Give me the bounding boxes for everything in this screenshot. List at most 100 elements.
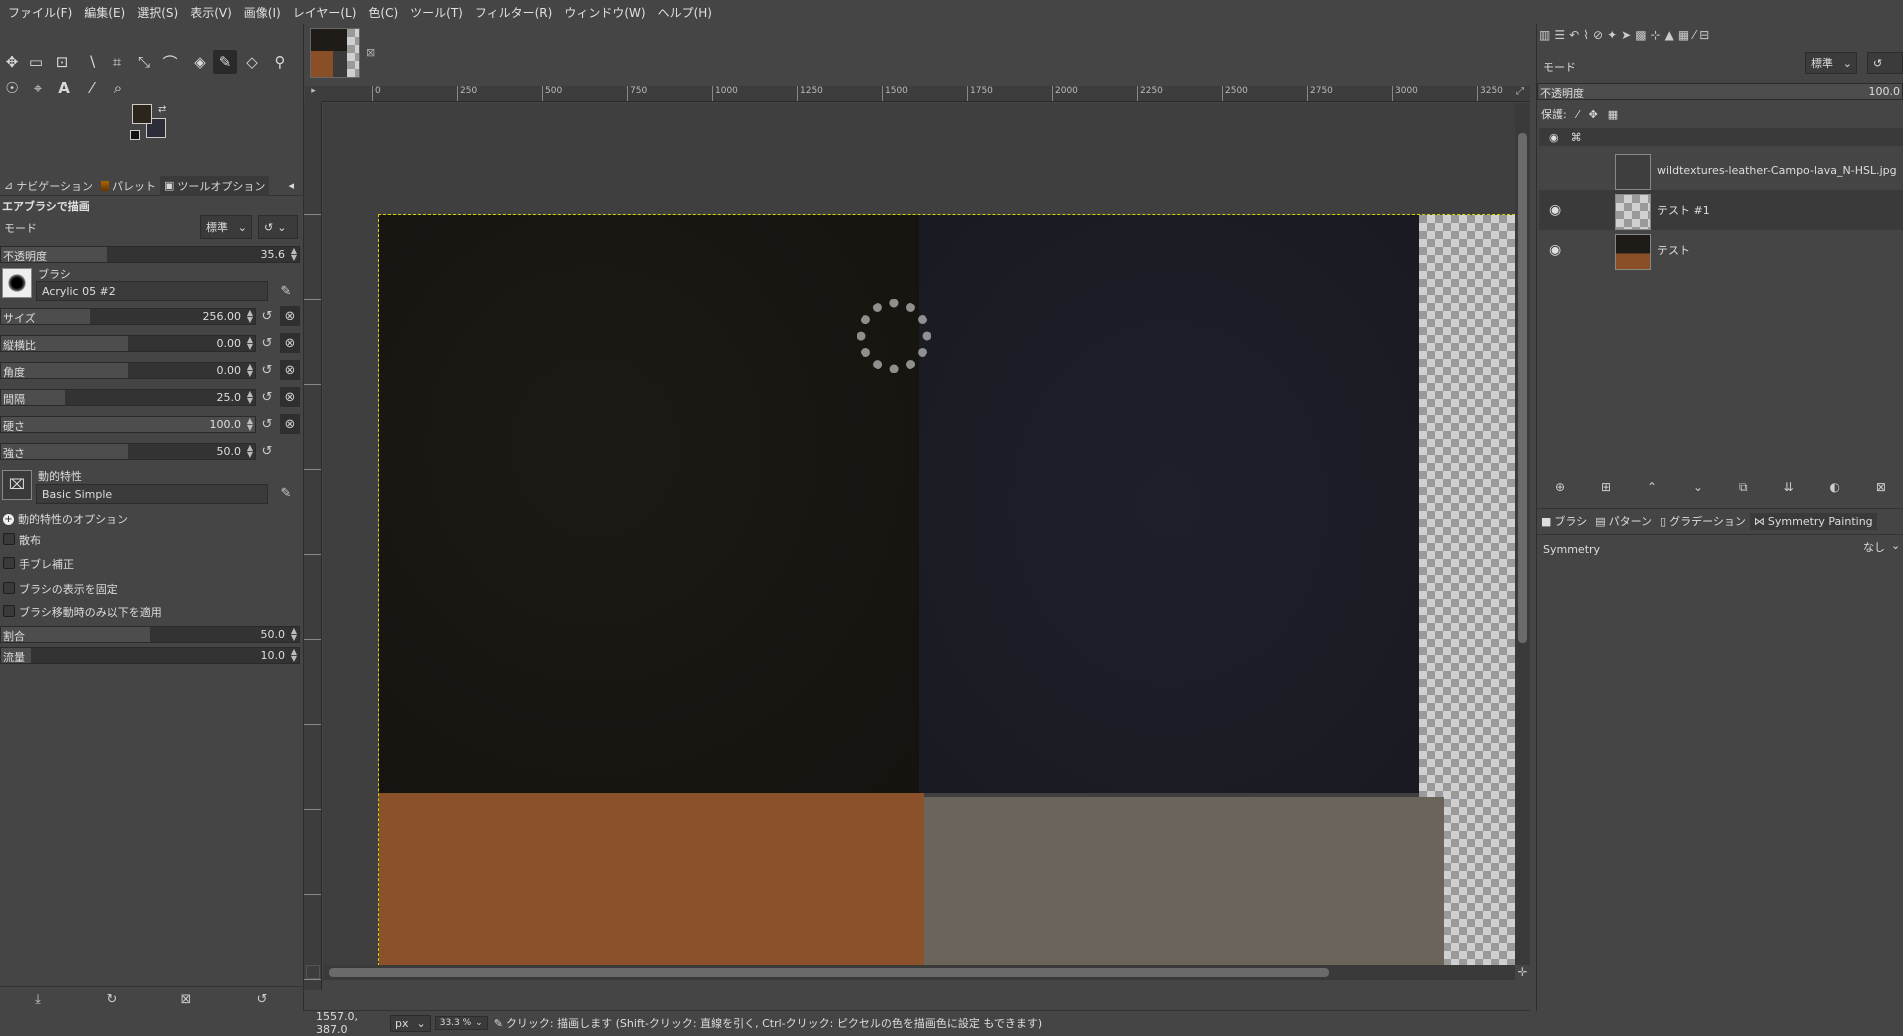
horizontal-scrollbar[interactable] [323, 965, 1515, 980]
foreground-color-swatch[interactable] [132, 104, 152, 124]
spin-icon[interactable]: ▲ ▼ [247, 390, 253, 405]
warp-tool-icon[interactable]: ⌒ [158, 50, 182, 74]
tab-navigation[interactable]: ⊿ ナビゲーション [0, 176, 97, 196]
image-tab-thumbnail[interactable] [310, 28, 360, 78]
text-tool-icon[interactable]: A [52, 76, 76, 100]
lock-alpha-icon[interactable]: ▦ [1608, 108, 1618, 121]
new-layer-icon[interactable]: ⊕ [1555, 480, 1565, 500]
vertical-scroll-thumb[interactable] [1518, 133, 1527, 643]
menu-view[interactable]: 表示(V) [184, 4, 238, 21]
raise-layer-icon[interactable]: ⌃ [1647, 480, 1657, 500]
opacity-slider[interactable]: 不透明度 35.6 ▲ ▼ [0, 246, 300, 263]
spin-icon[interactable]: ▲ ▼ [247, 363, 253, 378]
spin-icon[interactable]: ▲ ▼ [247, 444, 253, 459]
spin-icon[interactable]: ▲ ▼ [291, 247, 297, 262]
spin-icon[interactable]: ▲ ▼ [247, 417, 253, 432]
vertical-scrollbar[interactable] [1515, 103, 1530, 965]
paths-tool-icon[interactable]: ⌖ [26, 76, 50, 100]
tool-options-tab-icon[interactable]: ▥ [1539, 28, 1550, 48]
spacing-slider[interactable]: 間隔 25.0 ▲ ▼ [0, 389, 256, 406]
layer-mode-select[interactable]: 標準 ⌄ [1805, 52, 1857, 74]
brush-name-field[interactable]: Acrylic 05 #2 [36, 281, 268, 301]
spin-icon[interactable]: ▲ ▼ [247, 336, 253, 351]
lower-layer-icon[interactable]: ⌄ [1693, 480, 1703, 500]
scatter-checkbox[interactable] [3, 533, 15, 545]
reset-icon[interactable]: ↺ [257, 441, 277, 461]
lock-position-icon[interactable]: ✥ [1589, 108, 1598, 121]
swap-colors-icon[interactable]: ⇄ [158, 104, 166, 115]
rate-slider[interactable]: 割合 50.0 ▲ ▼ [0, 626, 300, 643]
reset-icon[interactable]: ↺ [257, 333, 277, 353]
bucket-fill-tool-icon[interactable]: ◈ [188, 50, 212, 74]
tab-palette[interactable]: パレット [97, 176, 160, 196]
link-icon[interactable]: ⊗ [280, 360, 300, 380]
eye-icon[interactable]: ◉ [1549, 202, 1561, 218]
dock-menu-icon[interactable]: ◂ [284, 177, 298, 194]
smoothing-checkbox[interactable] [3, 557, 15, 569]
duplicate-layer-icon[interactable]: ⧉ [1739, 480, 1748, 500]
layer-opacity-slider[interactable]: 不透明度 100.0 [1537, 83, 1903, 100]
layer-mode-reset[interactable]: ↺ [1867, 52, 1903, 74]
hardness-slider[interactable]: 硬さ 100.0 ▲ ▼ [0, 416, 256, 433]
delete-layer-icon[interactable]: ⊠ [1876, 480, 1886, 500]
histogram-tab-icon[interactable]: ▲ [1665, 28, 1674, 48]
layer-row[interactable]: wildtextures-leather-Campo-lava_N-HSL.jp… [1539, 150, 1903, 190]
device-status-tab-icon[interactable]: ✦ [1607, 28, 1617, 48]
menu-select[interactable]: 選択(S) [131, 4, 184, 21]
tab-gradients[interactable]: ▯ グラデーション [1656, 511, 1750, 531]
restore-options-icon[interactable]: ↻ [102, 989, 122, 1009]
dynamics-options-expander[interactable]: + 動的特性のオプション [3, 511, 128, 527]
images-tab-icon[interactable]: ▩ [1635, 28, 1646, 48]
motion-only-checkbox[interactable] [3, 605, 15, 617]
reset-icon[interactable]: ↺ [257, 414, 277, 434]
airbrush-tool-icon[interactable]: ✎ [213, 50, 237, 74]
menu-file[interactable]: ファイル(F) [2, 4, 78, 21]
menu-layer[interactable]: レイヤー(L) [287, 4, 363, 21]
link-icon[interactable]: ⊗ [280, 387, 300, 407]
reset-options-icon[interactable]: ↺ [252, 989, 272, 1009]
close-tab-icon[interactable]: ⊠ [366, 46, 375, 59]
menu-edit[interactable]: 編集(E) [78, 4, 131, 21]
lock-pixels-icon[interactable]: ⁄ [1577, 108, 1579, 121]
sample-points-tab-icon[interactable]: ⊹ [1651, 28, 1661, 48]
menu-help[interactable]: ヘルプ(H) [652, 4, 718, 21]
rect-select-tool-icon[interactable]: ▭ [24, 50, 48, 74]
new-layer-group-icon[interactable]: ⊞ [1601, 480, 1611, 500]
colormap-tab-icon[interactable]: ▦ [1678, 28, 1689, 48]
crop-tool-icon[interactable]: ⌗ [105, 50, 129, 74]
quick-mask-toggle[interactable] [306, 965, 320, 979]
quick-mask-corner-icon[interactable]: ▸ [305, 86, 322, 102]
layer-row-selected[interactable]: ◉ テスト #1 [1539, 190, 1903, 230]
layers-tab-icon[interactable]: ☰ [1554, 28, 1565, 48]
size-slider[interactable]: サイズ 256.00 ▲ ▼ [0, 308, 256, 325]
link-icon[interactable]: ⊗ [280, 306, 300, 326]
paths-tab-icon[interactable]: ⌇ [1583, 28, 1589, 48]
eye-icon[interactable]: ◉ [1549, 242, 1561, 258]
undo-history-tab-icon[interactable]: ↶ [1569, 28, 1579, 48]
menu-image[interactable]: 画像(I) [238, 4, 287, 21]
brush-preview[interactable] [2, 268, 32, 298]
link-icon[interactable]: ⊗ [280, 414, 300, 434]
mode-select[interactable]: 標準 ⌄ [200, 215, 252, 239]
navigate-icon[interactable]: ✛ [1515, 965, 1530, 980]
default-colors-icon[interactable] [130, 130, 140, 140]
tab-brushes[interactable]: ■ ブラシ [1537, 511, 1591, 531]
spin-icon[interactable]: ▲ ▼ [247, 309, 253, 324]
force-slider[interactable]: 強さ 50.0 ▲ ▼ [0, 443, 256, 460]
reset-icon[interactable]: ↺ [257, 360, 277, 380]
canvas-viewport[interactable] [323, 103, 1515, 965]
transform-tool-icon[interactable]: ⤡ [132, 50, 156, 74]
unit-select[interactable]: px ⌄ [390, 1014, 431, 1032]
reset-icon[interactable]: ↺ [257, 306, 277, 326]
layer-row[interactable]: ◉ テスト [1539, 230, 1903, 270]
channels-tab-icon[interactable]: ⊘ [1593, 28, 1603, 48]
spin-icon[interactable]: ▲ ▼ [291, 627, 297, 642]
image-canvas[interactable] [378, 214, 1515, 965]
color-picker-tool-icon[interactable]: ⁄ [80, 76, 104, 100]
smudge-tool-icon[interactable]: ☉ [0, 76, 24, 100]
fuzzy-select-tool-icon[interactable]: ⊡ [50, 50, 74, 74]
dynamics-name-field[interactable]: Basic Simple [36, 484, 268, 504]
tab-patterns[interactable]: ▤ パターン [1591, 511, 1656, 531]
clone-tool-icon[interactable]: ⚲ [268, 50, 292, 74]
edit-dynamics-icon[interactable]: ✎ [276, 483, 296, 503]
